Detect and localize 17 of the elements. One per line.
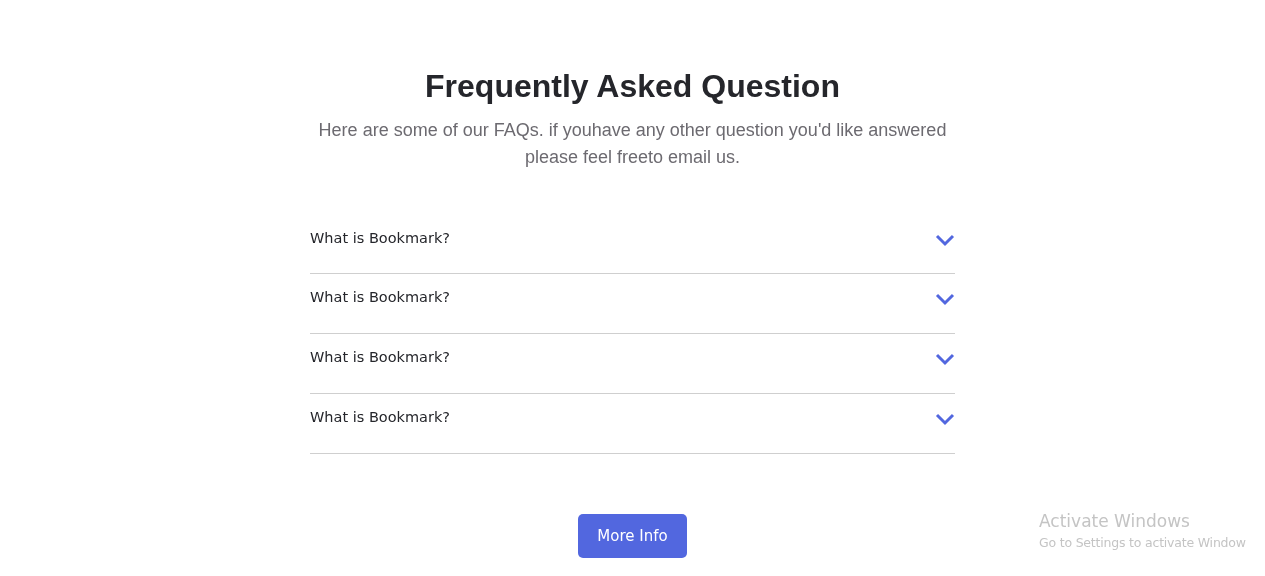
chevron-down-icon xyxy=(935,352,955,366)
faq-question: What is Bookmark? xyxy=(310,409,451,425)
faq-question: What is Bookmark? xyxy=(310,230,451,246)
faq-question: What is Bookmark? xyxy=(310,289,451,305)
chevron-down-icon xyxy=(935,292,955,306)
activation-title: Activate Windows xyxy=(1039,511,1191,531)
subtitle: Here are some of our FAQs. if youhave any other question you'd like answered please feel freeto email us. xyxy=(317,119,948,169)
chevron-down-icon xyxy=(935,412,955,426)
faq-item[interactable]: What is Bookmark? xyxy=(310,334,955,394)
more-info-button[interactable]: More Info xyxy=(578,514,687,558)
activation-text: Go to Settings to activate Window xyxy=(1039,535,1246,550)
page-title: Frequently Asked Question xyxy=(425,68,840,105)
faq-item[interactable]: What is Bookmark? xyxy=(310,215,955,274)
faq-item[interactable]: What is Bookmark? xyxy=(310,274,955,334)
faq-item[interactable]: What is Bookmark? xyxy=(310,394,955,454)
faq-question: What is Bookmark? xyxy=(310,349,451,365)
chevron-down-icon xyxy=(935,233,955,247)
